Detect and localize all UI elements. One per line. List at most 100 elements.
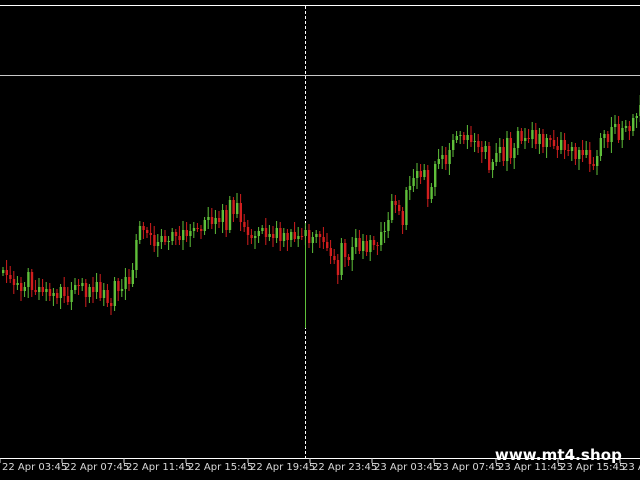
watermark: www.mt4.shop <box>494 446 622 464</box>
candle-body <box>459 135 462 136</box>
candle-body <box>70 290 73 302</box>
x-tick-label: 22 Apr 03:45 <box>2 462 67 473</box>
candle-body <box>315 234 318 237</box>
candle-body <box>632 118 635 131</box>
candle-body <box>534 130 538 144</box>
candle-body <box>617 124 620 140</box>
candle-body <box>603 134 606 138</box>
x-tick-label: 22 Apr 23:45 <box>312 462 377 473</box>
candle-body <box>146 230 149 233</box>
candle-body <box>614 124 617 127</box>
candle-body <box>232 200 235 214</box>
candle-body <box>326 242 329 248</box>
candle-body <box>621 128 624 140</box>
candle-body <box>153 235 156 246</box>
candle-body <box>210 217 214 224</box>
candle-body <box>570 147 574 151</box>
candle-body <box>441 155 444 159</box>
candle-body <box>592 164 595 166</box>
candle-body <box>574 147 577 159</box>
candle-body <box>20 283 23 291</box>
candle-body <box>272 234 275 238</box>
candle-body <box>372 240 376 245</box>
candle-body <box>9 275 12 279</box>
candle-body <box>430 187 433 199</box>
candle-body <box>484 146 487 152</box>
candle-body <box>394 201 397 205</box>
candle-body <box>185 230 188 236</box>
candle-body <box>369 240 372 252</box>
candle-body <box>182 230 185 240</box>
candle-body <box>203 220 206 231</box>
candle-body <box>351 247 354 260</box>
candle-body <box>362 241 365 251</box>
candle-body <box>106 290 109 303</box>
candle-body <box>437 159 440 164</box>
candle-body <box>12 279 16 285</box>
candle-body <box>196 228 199 229</box>
candle-body <box>581 150 584 155</box>
candle-body <box>16 283 19 285</box>
candle-body <box>567 150 570 151</box>
candle-body <box>491 162 494 170</box>
candle-body <box>354 238 358 247</box>
candle-body <box>257 231 260 236</box>
x-tick-label: 22 Apr 19:45 <box>250 462 315 473</box>
candle <box>228 196 232 233</box>
candle-body <box>556 146 559 150</box>
candle-body <box>45 289 48 292</box>
candle-body <box>243 222 246 227</box>
candle-body <box>138 226 142 240</box>
candle-body <box>344 243 347 257</box>
candle-body <box>290 232 293 240</box>
candle-body <box>261 228 264 231</box>
candle-body <box>225 210 228 230</box>
candle-body <box>333 256 336 260</box>
candle-body <box>311 237 314 243</box>
candle-body <box>495 153 498 162</box>
candle-body <box>398 205 401 211</box>
candle-body <box>99 282 102 298</box>
candle-body <box>531 130 534 139</box>
candle-body <box>228 200 232 230</box>
candle-body <box>84 283 88 297</box>
candle-body <box>167 241 170 242</box>
candle-body <box>192 228 196 231</box>
candle-body <box>455 136 458 140</box>
candle <box>340 238 343 280</box>
candle-body <box>502 147 505 161</box>
candle-body <box>246 227 250 235</box>
candle-body <box>599 138 602 156</box>
candle-body <box>275 228 278 238</box>
candle-body <box>624 126 628 128</box>
candle <box>405 187 408 230</box>
candle-body <box>412 178 415 186</box>
candle-body <box>95 282 98 292</box>
candle-body <box>376 245 379 246</box>
price-chart[interactable]: 22 Apr 03:4522 Apr 07:4522 Apr 11:4522 A… <box>0 0 640 480</box>
candle-body <box>236 203 239 214</box>
candle-body <box>498 147 502 153</box>
candle-body <box>27 272 30 287</box>
candle-body <box>254 236 257 238</box>
candle-body <box>477 141 480 147</box>
candle-body <box>304 230 307 236</box>
candle-body <box>2 270 5 273</box>
candle-body <box>322 237 325 242</box>
candle-body <box>448 150 451 164</box>
candle-body <box>466 135 469 140</box>
candle-body <box>160 236 163 242</box>
candle-body <box>41 287 44 292</box>
candle-body <box>329 248 332 256</box>
candle-body <box>135 240 138 270</box>
candle-body <box>214 218 217 224</box>
candle-body <box>538 134 541 144</box>
candle-body <box>38 287 41 292</box>
candle-body <box>34 290 37 292</box>
candle-body <box>405 190 408 225</box>
candle-body <box>81 283 84 286</box>
x-tick-label: 22 Apr 11:45 <box>126 462 191 473</box>
candle-body <box>340 243 343 275</box>
candle-body <box>5 270 8 275</box>
candle-body <box>419 171 422 177</box>
